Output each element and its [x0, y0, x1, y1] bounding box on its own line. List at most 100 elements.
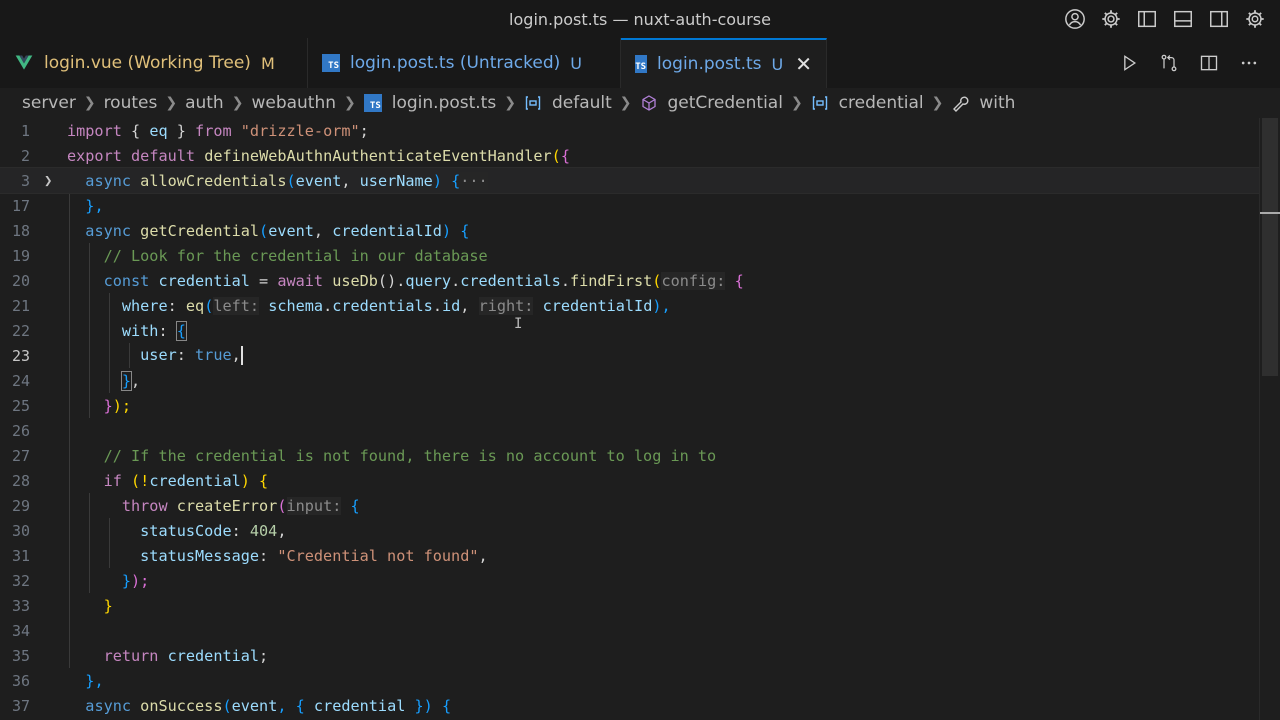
- chevron-right-icon: ❯: [504, 95, 516, 111]
- chevron-right-icon: ❯: [83, 95, 96, 111]
- line-number: 28: [11, 471, 30, 490]
- folded-ellipsis: ···: [460, 171, 488, 190]
- tab-label: login.post.ts: [657, 54, 762, 74]
- line-number: 34: [11, 621, 30, 640]
- line-number: 2: [20, 146, 30, 165]
- tab-login-post-active[interactable]: TS login.post.ts U ✕: [621, 38, 827, 88]
- code-line[interactable]: 22 with: {: [0, 318, 1260, 343]
- line-number: 36: [11, 671, 30, 690]
- fold-chevron-icon[interactable]: ❯: [44, 173, 52, 189]
- breadcrumb: server ❯ routes ❯ auth ❯ webauthn ❯ TS l…: [0, 88, 1280, 118]
- code-line-folded[interactable]: 3 ❯ async allowCredentials(event, userNa…: [0, 167, 1261, 194]
- toggle-panel-icon[interactable]: [1170, 6, 1196, 32]
- line-number: 23: [11, 346, 30, 365]
- ts-icon: TS: [363, 94, 382, 112]
- breadcrumb-item-file[interactable]: login.post.ts: [392, 93, 496, 113]
- code-line[interactable]: 19 // Look for the credential in our dat…: [0, 243, 1260, 268]
- code-line-active[interactable]: 23 user: true,: [0, 343, 1260, 368]
- line-number: 35: [11, 646, 30, 665]
- code-line[interactable]: 21 where: eq(left: schema.credentials.id…: [0, 293, 1260, 318]
- line-number: 25: [11, 396, 30, 415]
- code-line[interactable]: 2 export default defineWebAuthnAuthentic…: [0, 143, 1260, 168]
- line-number: 18: [11, 221, 30, 240]
- scrollbar-thumb[interactable]: [1262, 118, 1278, 376]
- line-number: 20: [11, 271, 30, 290]
- code-line[interactable]: 31 statusMessage: "Credential not found"…: [0, 543, 1260, 568]
- line-number: 37: [11, 696, 30, 715]
- window-title: login.post.ts — nuxt-auth-course: [509, 9, 771, 29]
- code-line[interactable]: 34: [0, 618, 1260, 643]
- code-line[interactable]: 25 });: [0, 393, 1260, 418]
- breadcrumb-item-with[interactable]: with: [979, 93, 1015, 113]
- variable-symbol-icon: [811, 94, 829, 112]
- line-number: 26: [11, 421, 30, 440]
- compare-changes-icon[interactable]: [1156, 50, 1182, 76]
- vue-icon: [15, 55, 33, 70]
- line-number: 19: [11, 246, 30, 265]
- code-line[interactable]: 35 return credential;: [0, 643, 1260, 668]
- code-line[interactable]: 26: [0, 418, 1260, 443]
- text-cursor: [240, 346, 243, 365]
- breadcrumb-item-getcredential[interactable]: getCredential: [668, 93, 783, 113]
- more-actions-icon[interactable]: [1236, 50, 1262, 76]
- code-line[interactable]: 37 async onSuccess(event, { credential }…: [0, 693, 1260, 718]
- line-number: 1: [20, 121, 30, 140]
- toggle-primary-sidebar-icon[interactable]: [1134, 6, 1160, 32]
- tab-login-vue[interactable]: login.vue (Working Tree) M: [0, 38, 308, 88]
- breadcrumb-item-webauthn[interactable]: webauthn: [251, 93, 336, 113]
- breadcrumb-item-default[interactable]: default: [552, 93, 612, 113]
- code-line[interactable]: 33 }: [0, 593, 1260, 618]
- toggle-secondary-sidebar-icon[interactable]: [1206, 6, 1232, 32]
- code-line[interactable]: 18 async getCredential(event, credential…: [0, 218, 1260, 243]
- code-line[interactable]: 17 },: [0, 193, 1260, 218]
- wrench-property-icon: [951, 94, 969, 112]
- account-icon[interactable]: [1062, 6, 1088, 32]
- chevron-right-icon: ❯: [231, 95, 244, 111]
- line-number: 22: [11, 321, 30, 340]
- code-line[interactable]: 24 },: [0, 368, 1260, 393]
- git-status-badge: U: [771, 54, 784, 74]
- line-number: 33: [11, 596, 30, 615]
- ts-icon: TS: [322, 54, 340, 72]
- manage-gear-icon[interactable]: [1242, 6, 1268, 32]
- code-line[interactable]: 32 });: [0, 568, 1260, 593]
- split-editor-icon[interactable]: [1196, 50, 1222, 76]
- code-line[interactable]: 29 throw createError(input: {: [0, 493, 1260, 518]
- cursor-position-marker: [1260, 212, 1280, 214]
- chevron-right-icon: ❯: [619, 95, 632, 111]
- inlay-hint: input:: [286, 496, 342, 515]
- code-line[interactable]: 28 if (!credential) {: [0, 468, 1260, 493]
- line-number: 32: [11, 571, 30, 590]
- title-bar: login.post.ts — nuxt-auth-course: [0, 0, 1280, 38]
- tab-login-post-untracked[interactable]: TS login.post.ts (Untracked) U: [308, 38, 621, 88]
- line-number: 29: [11, 496, 30, 515]
- mouse-ibeam-icon: I: [514, 316, 523, 332]
- tab-label: login.vue (Working Tree): [44, 53, 251, 73]
- code-line[interactable]: 30 statusCode: 404,: [0, 518, 1260, 543]
- chevron-right-icon: ❯: [931, 95, 944, 111]
- line-number: 27: [11, 446, 30, 465]
- line-number: 24: [11, 371, 30, 390]
- inlay-hint: right:: [478, 296, 534, 315]
- line-number: 31: [11, 546, 30, 565]
- line-number: 17: [11, 196, 30, 215]
- chevron-right-icon: ❯: [165, 95, 178, 111]
- code-line[interactable]: 20 const credential = await useDb().quer…: [0, 268, 1260, 293]
- code-editor[interactable]: 1 import { eq } from "drizzle-orm"; 2 ex…: [0, 118, 1280, 720]
- ts-icon: TS: [635, 55, 648, 73]
- line-number: 30: [11, 521, 30, 540]
- close-icon[interactable]: ✕: [795, 52, 812, 76]
- inlay-hint: config:: [661, 271, 726, 290]
- code-line[interactable]: 27 // If the credential is not found, th…: [0, 443, 1260, 468]
- breadcrumb-item-server[interactable]: server: [22, 93, 76, 113]
- settings-gear-icon[interactable]: [1098, 6, 1124, 32]
- breadcrumb-item-auth[interactable]: auth: [185, 93, 224, 113]
- breadcrumb-item-routes[interactable]: routes: [104, 93, 158, 113]
- editor-scrollbar[interactable]: [1259, 118, 1280, 720]
- tab-label: login.post.ts (Untracked): [350, 53, 561, 73]
- code-line[interactable]: 1 import { eq } from "drizzle-orm";: [0, 118, 1260, 143]
- run-icon[interactable]: [1116, 50, 1142, 76]
- code-line[interactable]: 36 },: [0, 668, 1260, 693]
- breadcrumb-item-credential[interactable]: credential: [839, 93, 924, 113]
- git-status-badge: U: [570, 53, 582, 73]
